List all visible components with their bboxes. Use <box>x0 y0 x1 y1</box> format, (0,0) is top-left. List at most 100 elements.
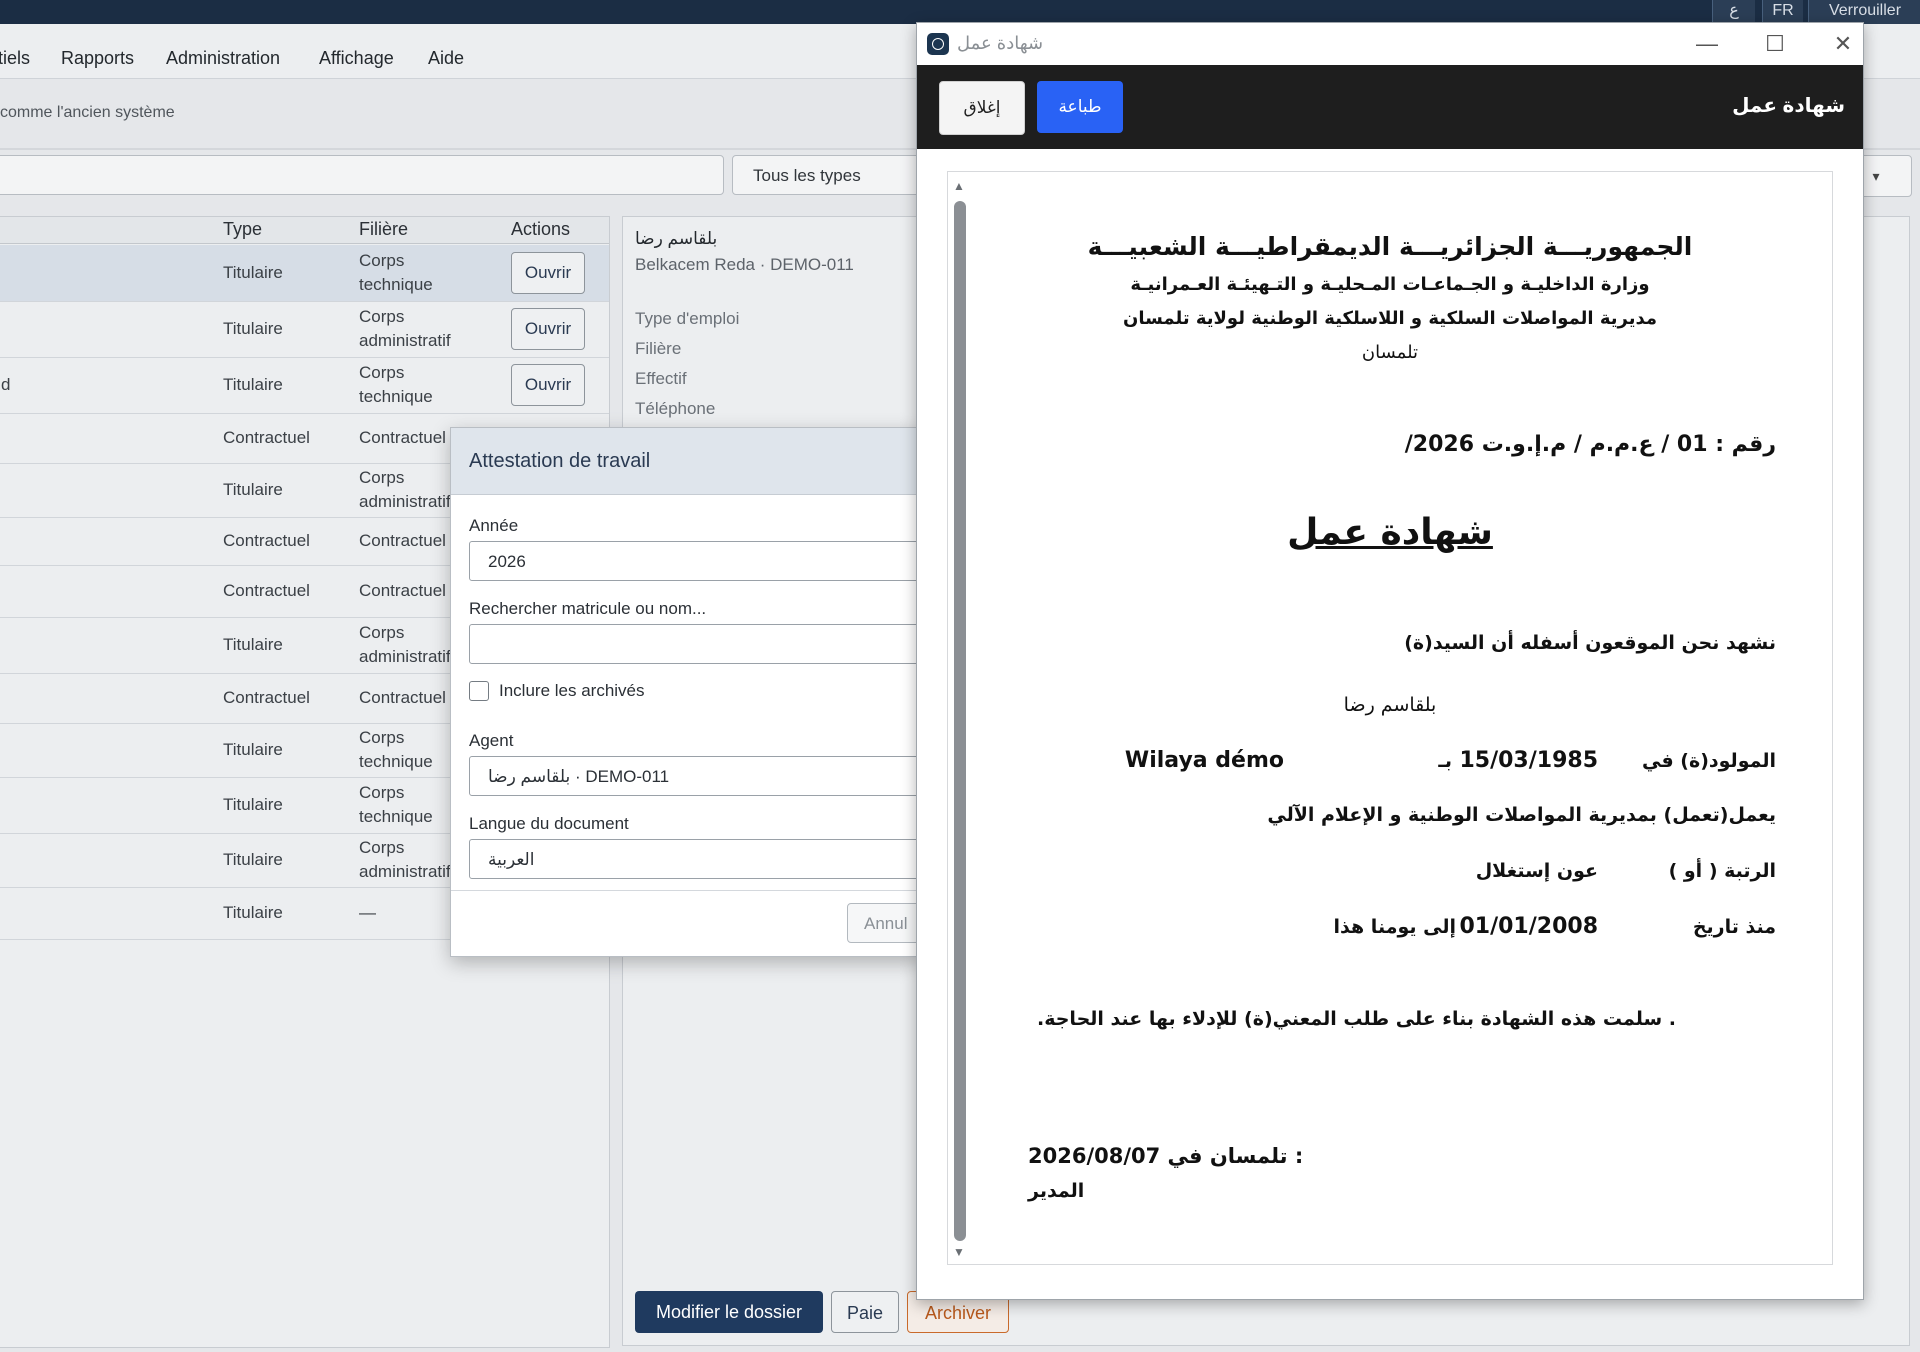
cell-filiere: Corps <box>359 838 405 857</box>
cell-filiere: Contractuel <box>359 581 446 600</box>
agent-subtitle: Belkacem Reda · DEMO-011 <box>635 255 854 274</box>
cell-type: Titulaire <box>223 263 283 282</box>
doc-signatory: المدير <box>1028 1180 1085 1202</box>
lock-button[interactable]: Verrouiller <box>1808 0 1920 24</box>
close-icon[interactable]: ✕ <box>1823 29 1863 59</box>
cell-type: Contractuel <box>223 688 310 707</box>
place-date-label: تلمسان في : <box>1167 1144 1304 1168</box>
cell-filiere: Corps <box>359 468 405 487</box>
cell-type: Titulaire <box>223 635 283 654</box>
maximize-icon[interactable]: ☐ <box>1755 29 1795 59</box>
include-archived-checkbox[interactable] <box>469 681 489 701</box>
doc-rank-value: عون إستغلال <box>1475 860 1598 882</box>
print-button[interactable]: طباعة <box>1037 81 1123 133</box>
agent-select[interactable]: بلقاسم رضا · DEMO-011 <box>469 756 929 796</box>
minimize-icon[interactable]: — <box>1687 29 1727 59</box>
cell-filiere: Corps <box>359 251 405 270</box>
lang-fr-button[interactable]: FR <box>1762 0 1803 24</box>
doc-republic: الجمهوريـــة الجزائريـــة الديمقراطيـــة… <box>1087 232 1693 261</box>
menu-affichage[interactable]: Affichage <box>319 24 394 92</box>
menu-aide[interactable]: Aide <box>428 24 464 92</box>
cell-filiere: technique <box>359 387 433 406</box>
modal-header: Attestation de travail <box>451 428 921 495</box>
menu-administration[interactable]: Administration <box>166 24 280 92</box>
info-text: comme l'ancien système <box>0 104 175 121</box>
cell-type: Contractuel <box>223 531 310 550</box>
menu-rapports[interactable]: Rapports <box>61 24 134 92</box>
cell-type: Titulaire <box>223 903 283 922</box>
preview-window: شهادة عمل — ☐ ✕ إغلاق طباعة شهادة عمل ال… <box>916 22 1864 1300</box>
cell-filiere: administratif <box>359 862 451 881</box>
ref-number: 01 <box>1676 432 1708 457</box>
col-type-header[interactable]: Type <box>223 219 262 240</box>
agent-name-ar: بلقاسم رضا <box>635 229 718 248</box>
ref-prefix: رقم : <box>1715 432 1776 457</box>
scroll-up-arrow-icon[interactable]: ▲ <box>953 179 965 193</box>
scroll-down-arrow-icon[interactable]: ▼ <box>953 1245 965 1259</box>
doc-city: تلمسان <box>1361 342 1419 363</box>
language-select[interactable]: العربية <box>469 839 929 879</box>
table-header: Type Filière Actions <box>0 217 609 244</box>
agent-label: Agent <box>469 731 514 750</box>
label-effectif: Effectif <box>635 369 687 388</box>
label-filiere: Filière <box>635 339 682 358</box>
include-archived-label[interactable]: Inclure les archivés <box>499 681 645 701</box>
label-telephone: Téléphone <box>635 399 716 418</box>
table-row[interactable]: Titulaire Corps administratif Ouvrir <box>0 301 609 358</box>
doc-agent-name: بلقاسم رضا <box>1343 694 1437 716</box>
search-label: Rechercher matricule ou nom... <box>469 599 707 618</box>
cell-filiere: administratif <box>359 331 451 350</box>
doc-since-label: منذ تاريخ <box>1692 916 1776 938</box>
matricule-search-input[interactable] <box>469 624 929 664</box>
close-preview-button[interactable]: إغلاق <box>939 81 1025 135</box>
cell-filiere: Corps <box>359 728 405 747</box>
type-select[interactable]: Tous les types <box>732 155 922 195</box>
preview-body: الجمهوريـــة الجزائريـــة الديمقراطيـــة… <box>917 149 1863 1299</box>
cell-filiere: administratif <box>359 492 451 511</box>
year-input[interactable]: 2026 <box>469 541 929 581</box>
doc-attest-line: نشهد نحن الموقعون أسفله أن السيد(ة) <box>1404 632 1776 654</box>
doc-works-line: يعمل(تعمل) بمديرية المواصلات الوطنية و ا… <box>1267 804 1776 826</box>
cell-type: Contractuel <box>223 428 310 447</box>
lang-ar-button[interactable]: ع <box>1712 0 1755 24</box>
doc-at-label: بـ <box>1438 750 1452 772</box>
cell-filiere: Corps <box>359 623 405 642</box>
language-label: Langue du document <box>469 814 629 833</box>
cell-type: Titulaire <box>223 480 283 499</box>
attestation-modal: Attestation de travail Année 2026 Recher… <box>450 427 937 957</box>
cell-filiere: — <box>359 903 376 922</box>
open-button[interactable]: Ouvrir <box>511 364 585 406</box>
table-row[interactable]: d Titulaire Corps technique Ouvrir <box>0 357 609 414</box>
preview-toolbar: إغلاق طباعة شهادة عمل <box>917 65 1863 149</box>
doc-since-date: 01/01/2008 <box>1459 914 1598 939</box>
modal-title: Attestation de travail <box>469 450 651 472</box>
doc-directorate: مديرية المواصلات السلكية و اللاسلكية الو… <box>1122 308 1658 329</box>
cell-type: Titulaire <box>223 319 283 338</box>
open-button[interactable]: Ouvrir <box>511 308 585 350</box>
window-titlebar[interactable]: شهادة عمل — ☐ ✕ <box>917 23 1863 65</box>
cell-filiere: Contractuel <box>359 428 446 447</box>
cell-type: Contractuel <box>223 581 310 600</box>
scrollbar-thumb[interactable] <box>954 201 966 1241</box>
cell-filiere: Contractuel <box>359 531 446 550</box>
cell-filiere: Contractuel <box>359 688 446 707</box>
doc-reference: رقم : 01 / ع.م.م / م.إ.و.ت 2026/ <box>1405 432 1776 457</box>
menu-referentiels[interactable]: tiels <box>0 24 30 92</box>
year-label: Année <box>469 516 519 535</box>
cell-filiere: Corps <box>359 363 405 382</box>
cell-filiere: administratif <box>359 647 451 666</box>
pay-button[interactable]: Paie <box>831 1291 899 1333</box>
doc-rank-label: الرتبة ( أو ) <box>1668 860 1776 882</box>
modal-footer-divider <box>451 890 921 891</box>
col-actions-header: Actions <box>511 219 571 239</box>
cell-filiere: technique <box>359 275 433 294</box>
cell-type: Titulaire <box>223 740 283 759</box>
search-input[interactable] <box>0 155 724 195</box>
place-date-value: 2026/08/07 <box>1028 1144 1161 1168</box>
edit-file-button[interactable]: Modifier le dossier <box>635 1291 823 1333</box>
open-button[interactable]: Ouvrir <box>511 252 585 294</box>
cell-filiere: Corps <box>359 307 405 326</box>
table-row[interactable]: Titulaire Corps technique Ouvrir <box>0 245 609 302</box>
toolbar-title: شهادة عمل <box>1732 95 1845 117</box>
col-filiere-header[interactable]: Filière <box>359 219 408 240</box>
